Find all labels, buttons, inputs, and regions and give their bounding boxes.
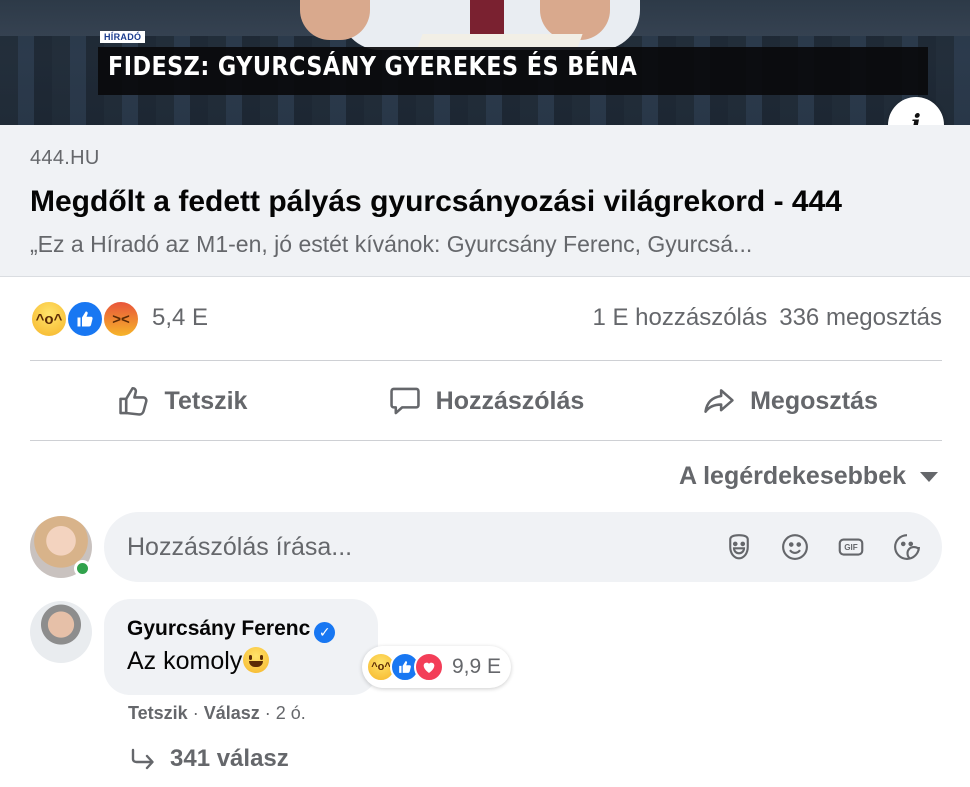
like-button[interactable]: Tetszik bbox=[30, 362, 334, 440]
comment-text-content: Az komoly bbox=[127, 647, 243, 675]
link-domain: 444.HU bbox=[30, 147, 100, 169]
reply-arrow-icon bbox=[131, 748, 154, 770]
separator: · bbox=[187, 703, 204, 723]
svg-text:GIF: GIF bbox=[844, 543, 858, 552]
comment-reactions[interactable]: ^o^ 9,9 E bbox=[362, 646, 512, 688]
caret-down-icon bbox=[920, 471, 938, 482]
comment-time[interactable]: 2 ó. bbox=[276, 703, 306, 723]
commenter-avatar[interactable] bbox=[30, 601, 92, 663]
emoji-icon[interactable] bbox=[778, 530, 812, 564]
comment-reactions-count: 9,9 E bbox=[452, 655, 502, 678]
comment-sort-dropdown[interactable]: A legérdekesebbek bbox=[679, 462, 938, 491]
like-reaction-icon bbox=[66, 300, 104, 338]
composer-tools: GIF bbox=[722, 530, 924, 564]
divider bbox=[30, 440, 942, 441]
comment-reply-button[interactable]: Válasz bbox=[204, 703, 260, 723]
news-source-tag: HÍRADÓ bbox=[100, 31, 146, 43]
post-action-bar: Tetszik Hozzászólás Megosztás bbox=[30, 362, 942, 440]
link-title: Megdőlt a fedett pályás gyurcsányozási v… bbox=[30, 185, 842, 218]
separator: · bbox=[259, 703, 276, 723]
share-button[interactable]: Megosztás bbox=[638, 362, 942, 440]
comment-label: Hozzászólás bbox=[435, 386, 585, 415]
comment-author[interactable]: Gyurcsány Ferenc ✓ bbox=[127, 617, 336, 643]
grinning-emoji-icon bbox=[243, 647, 270, 673]
share-icon bbox=[704, 389, 734, 413]
paper-graphic bbox=[417, 34, 583, 48]
comment-bubble: Gyurcsány Ferenc ✓ Az komoly bbox=[104, 599, 378, 695]
comments-count[interactable]: 1 E hozzászólás bbox=[592, 304, 767, 331]
gif-icon[interactable]: GIF bbox=[834, 530, 868, 564]
like-label: Tetszik bbox=[164, 386, 248, 415]
comment-button[interactable]: Hozzászólás bbox=[334, 362, 638, 440]
share-label: Megosztás bbox=[750, 386, 878, 415]
reactions-count[interactable]: 5,4 E bbox=[152, 304, 208, 332]
link-meta[interactable]: 444.HU Megdőlt a fedett pályás gyurcsány… bbox=[0, 125, 970, 277]
engagement-counts: 1 E hozzászólás 336 megosztás bbox=[592, 304, 942, 332]
avatar-sticker-icon[interactable] bbox=[722, 530, 756, 564]
replies-count: 341 válasz bbox=[170, 745, 289, 772]
verified-badge-icon: ✓ bbox=[314, 622, 336, 643]
comment-like-button[interactable]: Tetszik bbox=[128, 703, 188, 723]
reactions-summary: ^o^ >< 5,4 E 1 E hozzászólás 336 megosztá… bbox=[30, 298, 942, 342]
comment-text: Az komoly bbox=[127, 647, 270, 676]
sort-label: A legérdekesebbek bbox=[679, 462, 906, 490]
sticker-icon[interactable] bbox=[890, 530, 924, 564]
link-preview-image[interactable]: HÍRADÓ FIDESZ: GYURCSÁNY GYEREKES ÉS BÉN… bbox=[0, 0, 970, 125]
comment-author-name: Gyurcsány Ferenc bbox=[127, 617, 311, 640]
online-status-indicator bbox=[74, 560, 91, 577]
link-description: „Ez a Híradó az M1-en, jó estét kívánok:… bbox=[30, 231, 753, 257]
comment-input-placeholder: Hozzászólás írása... bbox=[127, 533, 353, 561]
view-replies-link[interactable]: 341 válasz bbox=[130, 745, 289, 773]
divider bbox=[30, 360, 942, 361]
love-reaction-icon bbox=[414, 652, 444, 682]
comment-input[interactable]: Hozzászólás írása... GIF bbox=[104, 512, 942, 582]
comment-actions: Tetszik · Válasz · 2 ó. bbox=[128, 703, 306, 724]
comment-icon bbox=[389, 387, 420, 415]
image-headline: FIDESZ: GYURCSÁNY GYEREKES ÉS BÉNA bbox=[108, 52, 638, 82]
haha-reaction-icon: ^o^ bbox=[30, 300, 68, 338]
thumbs-up-icon bbox=[118, 386, 148, 416]
angry-reaction-icon: >< bbox=[102, 300, 140, 338]
shares-count[interactable]: 336 megosztás bbox=[779, 304, 942, 331]
